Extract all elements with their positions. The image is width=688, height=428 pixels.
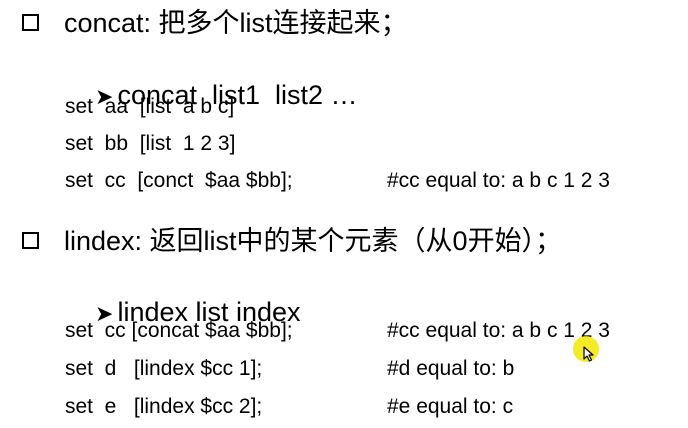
code-line: set aa [list a b c] [65,95,235,118]
code-comment: #cc equal to: a b c 1 2 3 [387,169,610,192]
code-comment: #d equal to: b [387,357,515,380]
lindex-syntax-line: ➤ lindex list index [80,272,301,326]
lindex-heading: lindex: 返回list中的某个元素（从0开始）； [64,226,563,256]
concat-heading: concat: 把多个list连接起来； [64,8,408,38]
checkbox-square-icon [22,232,39,249]
code-line: set cc [concat $aa $bb]; [65,319,293,342]
mouse-cursor-icon [583,346,594,362]
code-line: set cc [conct $aa $bb]; [65,169,293,192]
code-line: set e [lindex $cc 2]; [65,395,263,418]
code-comment: #e equal to: c [387,395,514,418]
code-comment: #cc equal to: a b c 1 2 3 [387,319,610,342]
code-line: set bb [list 1 2 3] [65,132,236,155]
checkbox-square-icon [22,14,39,31]
code-line: set d [lindex $cc 1]; [65,357,263,380]
